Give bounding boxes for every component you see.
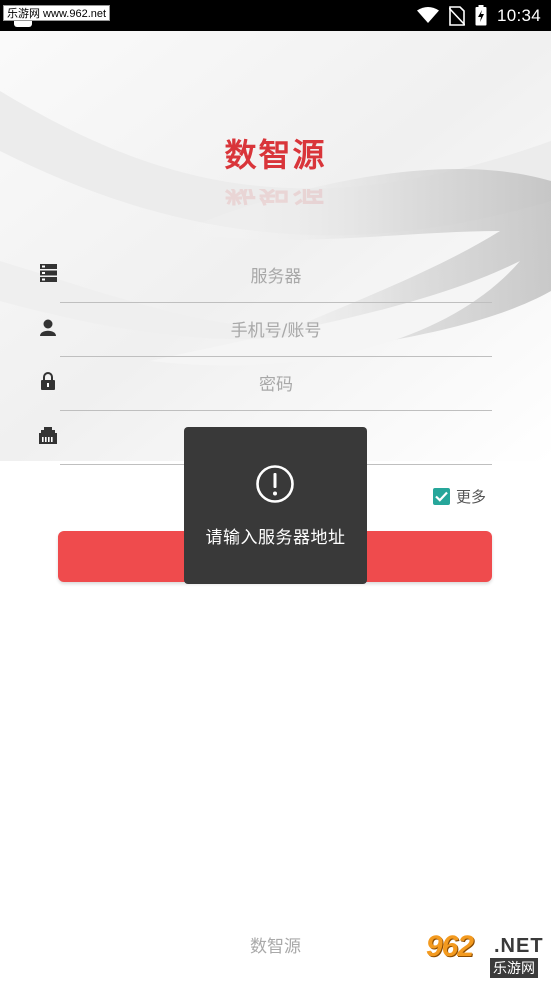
toast-message: 请输入服务器地址 xyxy=(205,528,346,548)
status-icons: 10:34 xyxy=(416,0,551,31)
watermark-badge: 乐游网 www.962.net xyxy=(3,5,111,21)
lock-icon xyxy=(38,371,58,391)
more-label: 更多 xyxy=(456,487,487,506)
toast-dialog: 请输入服务器地址 xyxy=(184,427,367,584)
account-input[interactable] xyxy=(60,305,492,357)
status-bar: 乐游网 www.962.net 10:34 xyxy=(0,0,551,31)
watermark-tab xyxy=(14,21,32,27)
watermark-domain: .NET xyxy=(494,935,544,957)
watermark-site: 乐游网 xyxy=(490,958,538,978)
logo-title: 数智源 xyxy=(224,136,327,174)
app-logo: 数智源 数智源 xyxy=(0,133,551,177)
clock: 10:34 xyxy=(496,5,541,25)
watermark-logo: 962 .NET 乐游网 xyxy=(412,928,548,978)
user-icon xyxy=(38,317,58,337)
server-input[interactable] xyxy=(60,251,492,303)
password-row xyxy=(38,359,492,413)
exclamation-icon xyxy=(256,465,294,503)
server-row xyxy=(38,251,492,305)
server-icon xyxy=(38,263,58,283)
check-icon xyxy=(435,491,448,502)
more-toggle[interactable]: 更多 xyxy=(433,486,486,506)
more-checkbox[interactable] xyxy=(433,487,450,505)
account-row xyxy=(38,305,492,359)
password-input[interactable] xyxy=(60,359,492,411)
battery-charging-icon xyxy=(475,5,487,26)
ethernet-icon xyxy=(38,425,58,445)
watermark-number: 962 xyxy=(426,930,474,963)
no-sim-icon xyxy=(448,5,465,26)
wifi-icon xyxy=(416,7,439,24)
